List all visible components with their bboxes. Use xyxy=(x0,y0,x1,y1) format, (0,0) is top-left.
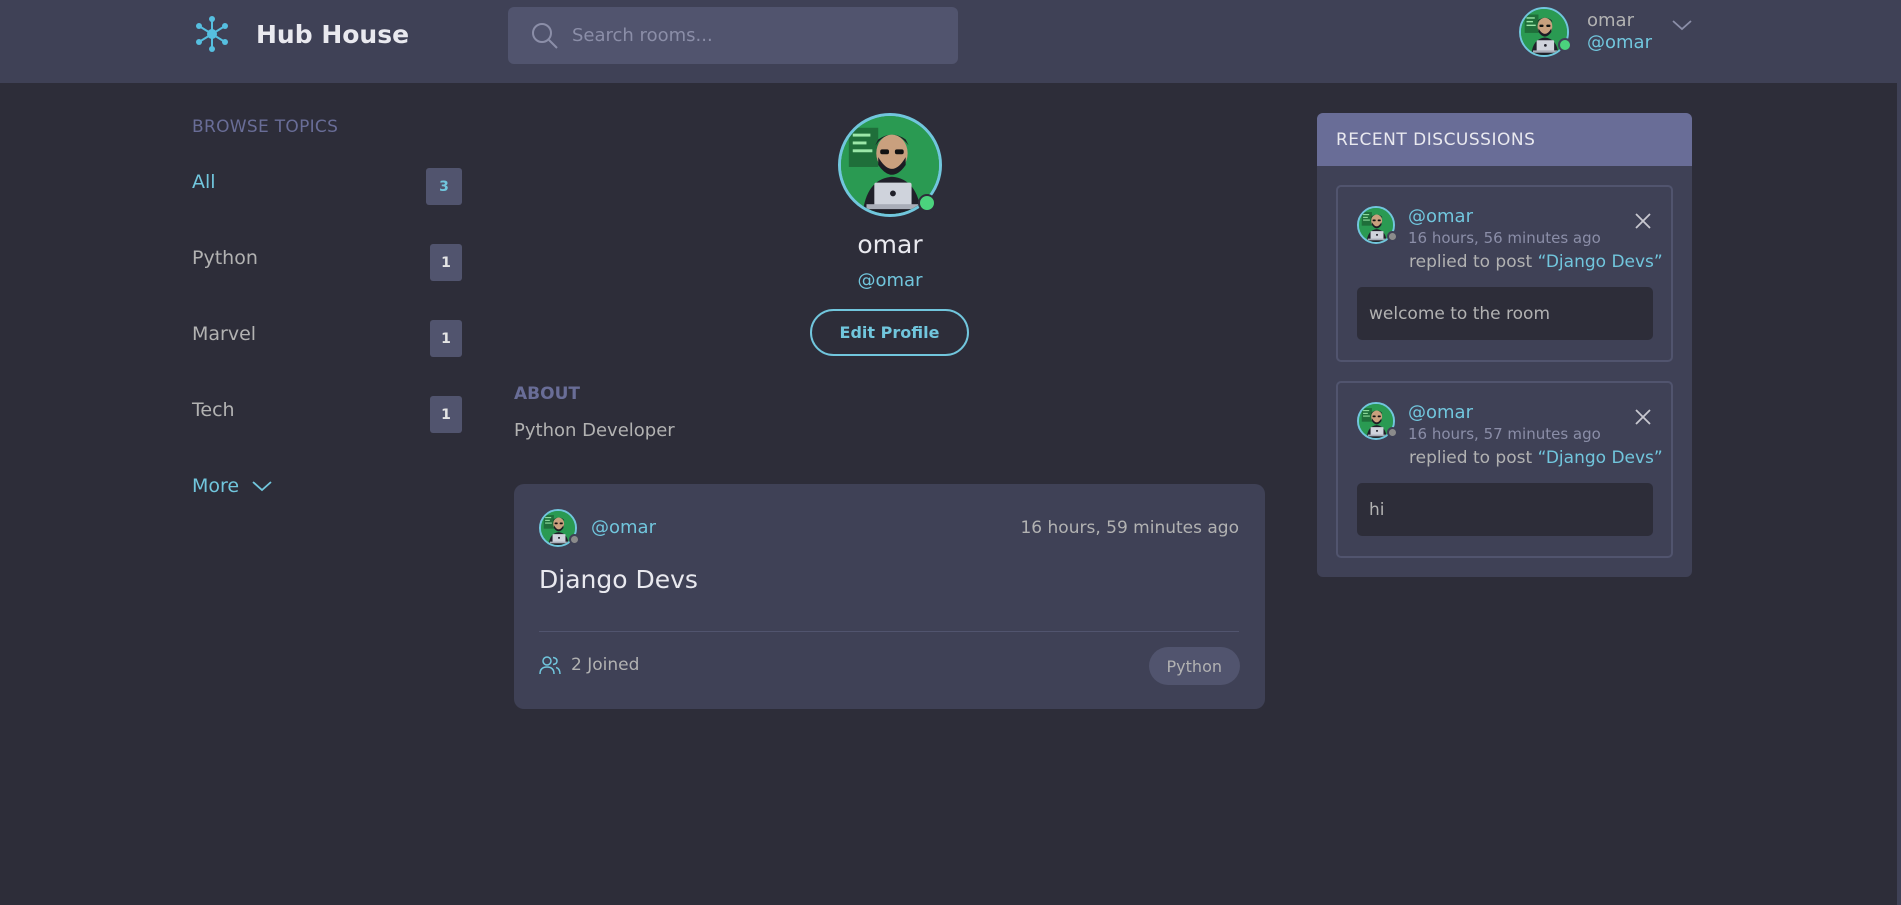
about-title: ABOUT xyxy=(514,384,580,404)
discussion-post-link[interactable]: “Django Devs” xyxy=(1538,252,1663,272)
recent-discussions-panel: RECENT DISCUSSIONS @omar 16 hours, 56 mi… xyxy=(1317,113,1692,577)
search-bar[interactable] xyxy=(508,7,958,64)
search-input[interactable] xyxy=(572,25,932,46)
discussion-handle[interactable]: @omar xyxy=(1408,206,1473,227)
top-navbar: Hub House omar @omar xyxy=(0,0,1901,83)
hub-logo-icon[interactable] xyxy=(192,14,232,54)
brand-name[interactable]: Hub House xyxy=(256,20,409,49)
offline-status-icon xyxy=(1387,231,1398,242)
discussion-item: @omar 16 hours, 57 minutes ago replied t… xyxy=(1336,381,1673,558)
scrollbar[interactable] xyxy=(1897,0,1901,905)
close-icon[interactable] xyxy=(1635,409,1651,425)
room-card[interactable]: @omar 16 hours, 59 minutes ago Django De… xyxy=(514,484,1265,709)
user-handle[interactable]: @omar xyxy=(1587,32,1652,53)
topic-count-badge: 1 xyxy=(430,396,462,433)
close-icon[interactable] xyxy=(1635,213,1651,229)
room-host-handle[interactable]: @omar xyxy=(591,517,656,538)
discussion-item: @omar 16 hours, 56 minutes ago replied t… xyxy=(1336,185,1673,362)
topic-item-all[interactable]: All xyxy=(192,171,216,193)
users-icon xyxy=(539,656,561,675)
chevron-down-icon xyxy=(252,481,272,492)
room-title[interactable]: Django Devs xyxy=(539,565,698,594)
about-text: Python Developer xyxy=(514,420,675,441)
more-topics-label: More xyxy=(192,475,240,497)
chevron-down-icon[interactable] xyxy=(1671,18,1693,32)
discussion-message: welcome to the room xyxy=(1357,287,1653,340)
browse-topics-title: BROWSE TOPICS xyxy=(192,117,339,137)
discussion-action: replied to post xyxy=(1409,448,1533,468)
discussion-reply-text: replied to post “Django Devs” xyxy=(1409,448,1663,468)
discussion-time: 16 hours, 56 minutes ago xyxy=(1408,229,1601,247)
room-timestamp: 16 hours, 59 minutes ago xyxy=(1020,518,1239,538)
topic-count-badge: 1 xyxy=(430,320,462,357)
online-status-icon xyxy=(1558,38,1572,52)
topic-item-tech[interactable]: Tech xyxy=(192,399,235,421)
discussion-post-link[interactable]: “Django Devs” xyxy=(1538,448,1663,468)
user-name[interactable]: omar xyxy=(1587,10,1634,31)
topic-count-badge: 3 xyxy=(426,168,462,205)
discussion-message: hi xyxy=(1357,483,1653,536)
online-status-icon xyxy=(918,194,936,212)
room-topic-tag[interactable]: Python xyxy=(1148,647,1240,685)
discussion-handle[interactable]: @omar xyxy=(1408,402,1473,423)
discussion-time: 16 hours, 57 minutes ago xyxy=(1408,425,1601,443)
more-topics-button[interactable]: More xyxy=(192,475,273,497)
search-icon xyxy=(532,22,558,49)
offline-status-icon xyxy=(1387,427,1398,438)
room-divider xyxy=(539,631,1239,632)
discussion-action: replied to post xyxy=(1409,252,1533,272)
discussion-reply-text: replied to post “Django Devs” xyxy=(1409,252,1663,272)
offline-status-icon xyxy=(569,534,580,545)
edit-profile-button[interactable]: Edit Profile xyxy=(810,309,969,356)
recent-discussions-title: RECENT DISCUSSIONS xyxy=(1317,113,1692,166)
room-joined-label: 2 Joined xyxy=(571,655,640,675)
room-joined-count: 2 Joined xyxy=(539,654,639,676)
topic-item-marvel[interactable]: Marvel xyxy=(192,323,256,345)
